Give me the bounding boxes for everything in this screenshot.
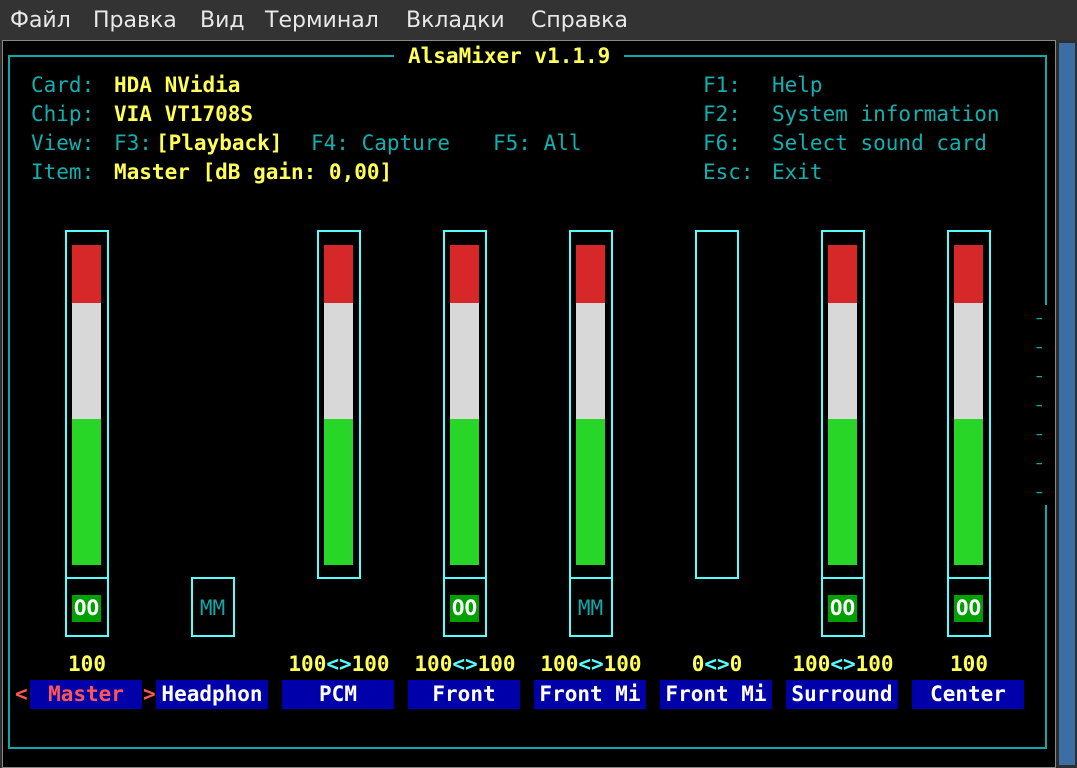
mute-switch[interactable]: OO <box>947 577 991 637</box>
left-value: 100 <box>414 652 453 676</box>
scrollbar-thumb[interactable] <box>1059 43 1075 765</box>
mute-state: OO <box>450 595 479 622</box>
key-f6-action[interactable]: Select sound card <box>772 129 987 158</box>
volume-red-zone <box>72 245 101 303</box>
volume-value: 0<>0 <box>647 650 787 679</box>
scrollbar[interactable] <box>1056 40 1077 768</box>
menu-view[interactable]: Вид <box>200 8 245 33</box>
volume-slider[interactable] <box>443 230 487 579</box>
mute-state: OO <box>828 595 857 622</box>
item-value: Master [dB gain: 0,00] <box>114 160 393 184</box>
mute-switch[interactable]: OO <box>443 577 487 637</box>
volume-value: 100<>100 <box>773 650 913 679</box>
mute-switch[interactable]: MM <box>569 577 613 637</box>
volume-red-zone <box>576 245 605 303</box>
control-label-front[interactable]: Front <box>408 680 520 709</box>
mute-switch[interactable]: MM <box>191 577 235 637</box>
left-value: 100 <box>540 652 579 676</box>
right-value: 100 <box>603 652 642 676</box>
volume-white-zone <box>324 302 353 420</box>
channel-separator: <> <box>326 652 352 676</box>
chip-label: Chip: <box>31 102 95 126</box>
control-label-front-mi[interactable]: Front Mi <box>534 680 646 709</box>
volume-green-zone <box>576 419 605 565</box>
volume-slider[interactable] <box>695 230 739 579</box>
volume-white-zone <box>828 302 857 420</box>
selected-right-marker: > <box>143 682 156 706</box>
right-value: 100 <box>477 652 516 676</box>
mixer-title: AlsaMixer v1.1.9 <box>394 42 625 71</box>
volume-red-zone <box>954 245 983 303</box>
volume-green-zone <box>954 419 983 565</box>
volume-value: 100<>100 <box>395 650 535 679</box>
frame-gap <box>1042 305 1048 505</box>
selected-left-marker: < <box>15 682 28 706</box>
menu-edit[interactable]: Правка <box>93 8 177 33</box>
menu-tabs[interactable]: Вкладки <box>406 8 505 33</box>
control-label-center[interactable]: Center <box>912 680 1024 709</box>
card-label: Card: <box>31 73 95 97</box>
channel-separator: <> <box>704 652 730 676</box>
volume-value: 100<>100 <box>269 650 409 679</box>
volume-red-zone <box>828 245 857 303</box>
left-value: 0 <box>691 652 705 676</box>
volume-white-zone <box>954 302 983 420</box>
menu-terminal[interactable]: Терминал <box>265 8 379 33</box>
channel-separator: <> <box>578 652 604 676</box>
chip-value: VIA VT1708S <box>114 102 254 126</box>
menubar: Файл Правка Вид Терминал Вкладки Справка <box>0 0 1077 40</box>
left-value: 100 <box>288 652 327 676</box>
channel-separator: <> <box>830 652 856 676</box>
volume-slider[interactable] <box>317 230 361 579</box>
volume-white-zone <box>450 302 479 420</box>
key-f2: F2: <box>703 102 741 126</box>
menu-file[interactable]: Файл <box>10 8 71 33</box>
menu-help[interactable]: Справка <box>531 8 628 33</box>
key-f1-action[interactable]: Help <box>772 71 823 100</box>
volume-green-zone <box>324 419 353 565</box>
view-all[interactable]: F5: All <box>493 129 582 158</box>
volume-green-zone <box>828 419 857 565</box>
volume-value: 100 <box>68 652 106 676</box>
volume-value: 100<>100 <box>521 650 661 679</box>
control-label-front-mi[interactable]: Front Mi <box>660 680 772 709</box>
key-f1: F1: <box>703 73 741 97</box>
control-label-master[interactable]: Master <box>30 680 142 709</box>
view-label: View: <box>31 131 95 155</box>
volume-slider[interactable] <box>65 230 109 579</box>
volume-slider[interactable] <box>821 230 865 579</box>
item-label: Item: <box>31 160 95 184</box>
view-capture[interactable]: F4: Capture <box>311 129 450 158</box>
key-f2-action[interactable]: System information <box>772 100 1000 129</box>
mute-switch[interactable]: OO <box>821 577 865 637</box>
key-f6: F6: <box>703 131 741 155</box>
volume-white-zone <box>576 302 605 420</box>
volume-slider[interactable] <box>947 230 991 579</box>
volume-white-zone <box>72 302 101 420</box>
view-f3[interactable]: F3: <box>114 129 152 158</box>
mute-state: OO <box>72 595 101 622</box>
volume-green-zone <box>72 419 101 565</box>
mute-state: OO <box>954 595 983 622</box>
control-label-surround[interactable]: Surround <box>786 680 898 709</box>
volume-slider[interactable] <box>569 230 613 579</box>
volume-green-zone <box>450 419 479 565</box>
mute-state: MM <box>577 596 604 620</box>
card-value: HDA NVidia <box>114 73 241 97</box>
right-value: 0 <box>729 652 743 676</box>
control-label-headphon[interactable]: Headphon <box>156 680 268 709</box>
channel-separator: <> <box>452 652 478 676</box>
left-value: 100 <box>792 652 831 676</box>
volume-value: 100 <box>950 652 988 676</box>
volume-red-zone <box>324 245 353 303</box>
key-esc-action[interactable]: Exit <box>772 158 823 187</box>
key-esc: Esc: <box>703 160 754 184</box>
mute-state: MM <box>199 596 226 620</box>
view-playback[interactable]: [Playback] <box>156 129 282 158</box>
volume-red-zone <box>450 245 479 303</box>
right-value: 100 <box>855 652 894 676</box>
control-label-pcm[interactable]: PCM <box>282 680 394 709</box>
right-value: 100 <box>351 652 390 676</box>
mute-switch[interactable]: OO <box>65 577 109 637</box>
